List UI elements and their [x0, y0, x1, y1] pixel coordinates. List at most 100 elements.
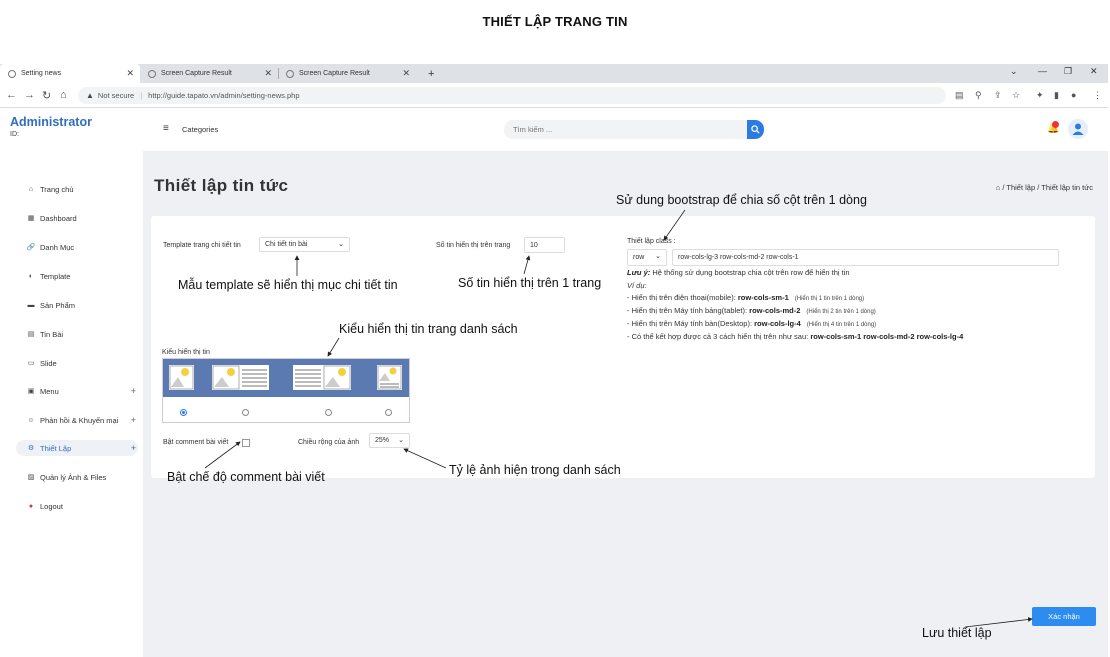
layout-option-4-preview[interactable] [377, 365, 402, 390]
layout-radio-2[interactable] [242, 409, 249, 416]
breadcrumb-item[interactable]: Thiết lập [1006, 183, 1035, 192]
sidebar-item-news[interactable]: ▤ Tin Bài [16, 326, 138, 342]
categories-link[interactable]: Categories [182, 125, 218, 134]
user-icon: ☺ [27, 416, 35, 424]
share-icon[interactable]: ⇪ [994, 90, 1002, 101]
comment-label: Bật comment bài viết [163, 439, 229, 446]
tab-label: Setting news [21, 70, 62, 77]
template-select[interactable]: Chi tiết tin bài ⌄ [259, 237, 350, 252]
image-text-stack-icon [377, 365, 402, 390]
close-tab-icon[interactable]: ✕ [402, 68, 410, 79]
brand-id: ID: [10, 131, 19, 138]
image-left-text-icon [212, 365, 267, 390]
logout-icon: ● [28, 502, 34, 510]
zoom-icon[interactable]: ⚲ [975, 90, 982, 101]
side-panel-icon[interactable]: ▮ [1054, 90, 1059, 101]
avatar[interactable] [1068, 119, 1088, 139]
chevron-down-icon: ⌄ [398, 437, 404, 444]
minimize-icon[interactable]: — [1038, 66, 1047, 76]
example-row: - Hiển thị trên Máy tính bàn(Desktop): r… [627, 319, 877, 328]
layout-radio-4[interactable] [385, 409, 392, 416]
sidebar-item-label: Menu [40, 386, 59, 396]
layout-option-3-preview[interactable] [293, 365, 351, 390]
sidebar-item-label: Phản hồi & Khuyến mại [40, 415, 119, 425]
annotation-ratio: Tỷ lệ ảnh hiện trong danh sách [449, 463, 621, 477]
address-bar: ← → ↻ ⌂ ▲ Not secure | http://guide.tapa… [0, 83, 1108, 108]
sidebar-item-label: Slide [40, 358, 57, 368]
document-title: THIẾT LẬP TRANG TIN [482, 14, 628, 29]
new-tab-button[interactable]: + [420, 64, 440, 83]
sidebar-item-slide[interactable]: ▭ Slide [16, 355, 138, 371]
annotation-layout: Kiểu hiển thị tin trang danh sách [339, 322, 518, 336]
save-button[interactable]: Xác nhận [1032, 607, 1096, 626]
sidebar-item-label: Danh Mục [40, 242, 75, 252]
sidebar-item-home[interactable]: ⌂ Trang chủ [16, 181, 138, 197]
menu-icon: ▣ [27, 388, 35, 395]
hamburger-icon[interactable]: ≡ [163, 123, 169, 134]
layout-preview-strip [163, 359, 409, 397]
bookmark-icon[interactable]: ☆ [1012, 90, 1020, 101]
sidebar-item-dashboard[interactable]: ▦ Dashboard [16, 210, 138, 226]
translate-icon[interactable]: ▤ [955, 90, 964, 101]
not-secure-label: Not secure [97, 91, 135, 100]
news-icon: ▤ [27, 331, 35, 338]
class-input[interactable]: row-cols-lg-3 row-cols-md-2 row-cols-1 [672, 249, 1059, 266]
sidebar-item-media[interactable]: ▨ Quản lý Ảnh & Files [16, 469, 138, 485]
row-prefix-select[interactable]: row ⌄ [627, 249, 667, 266]
home-icon[interactable]: ⌂ [996, 183, 1001, 192]
sidebar-item-settings[interactable]: ⚙ Thiết Lập + [16, 440, 138, 456]
main-content: Thiết lập tin tức ⌂ / Thiết lập / Thiết … [143, 151, 1108, 657]
sidebar-item-label: Logout [40, 501, 63, 511]
brand-name[interactable]: Administrator [10, 115, 92, 129]
profile-icon[interactable]: ● [1071, 90, 1076, 100]
chevron-down-icon: ⌄ [338, 241, 344, 248]
layout-radio-3[interactable] [325, 409, 332, 416]
product-icon: ▬ [27, 301, 35, 309]
annotation-save: Lưu thiết lập [922, 626, 992, 640]
layout-option-2-preview[interactable] [212, 365, 269, 390]
example-title: Ví dụ: [627, 281, 647, 290]
sidebar-item-feedback[interactable]: ☺ Phản hồi & Khuyến mại + [16, 412, 138, 428]
sidebar-item-template[interactable]: ◐ Template [16, 268, 138, 284]
expand-icon[interactable]: + [131, 386, 136, 396]
news-per-page-input[interactable]: 10 [524, 237, 565, 253]
search-button[interactable] [747, 120, 764, 139]
forward-icon[interactable]: → [24, 89, 35, 101]
reload-icon[interactable]: ↻ [42, 89, 51, 102]
news-per-page-label: Số tin hiển thị trên trang [436, 242, 511, 249]
example-row: - Hiển thị trên điện thoại(mobile): row-… [627, 293, 865, 302]
sidebar-item-label: Trang chủ [40, 184, 74, 194]
slide-icon: ▭ [27, 360, 35, 367]
expand-icon[interactable]: + [131, 415, 136, 425]
tab-search-icon[interactable]: ⌄ [1010, 66, 1018, 77]
sidebar-item-products[interactable]: ▬ Sản Phẩm [16, 297, 138, 313]
close-window-icon[interactable]: ✕ [1090, 66, 1098, 77]
browser-tab-setting-news[interactable]: Setting news ✕ [0, 64, 140, 83]
dashboard-icon: ▦ [27, 215, 35, 222]
link-icon: 🔗 [26, 244, 36, 251]
close-tab-icon[interactable]: ✕ [264, 68, 272, 79]
comment-checkbox[interactable] [242, 439, 250, 447]
layout-option-1-preview[interactable] [169, 365, 194, 390]
close-tab-icon[interactable]: ✕ [126, 68, 134, 79]
sidebar-item-categories[interactable]: 🔗 Danh Mục [16, 239, 138, 255]
back-icon[interactable]: ← [6, 89, 17, 101]
tab-label: Screen Capture Result [161, 70, 232, 77]
sidebar-item-logout[interactable]: ● Logout [16, 498, 138, 514]
home-icon[interactable]: ⌂ [60, 89, 67, 101]
image-width-label: Chiều rộng của ảnh [298, 439, 360, 446]
expand-icon[interactable]: + [131, 443, 136, 453]
search-icon [751, 125, 760, 134]
extensions-icon[interactable]: ✦ [1036, 90, 1044, 101]
restore-icon[interactable]: ❐ [1064, 66, 1072, 77]
image-width-select[interactable]: 25% ⌄ [369, 433, 410, 448]
sidebar-item-menu[interactable]: ▣ Menu + [16, 383, 138, 399]
menu-dots-icon[interactable]: ⋮ [1093, 90, 1102, 101]
layout-radio-1[interactable] [180, 409, 187, 416]
search-input[interactable] [504, 120, 747, 139]
browser-tab-capture-2[interactable]: Screen Capture Result ✕ [278, 64, 416, 83]
top-navbar: ≡ Categories 🔔 [143, 109, 1108, 151]
browser-tab-capture-1[interactable]: Screen Capture Result ✕ [140, 64, 278, 83]
url-field[interactable]: ▲ Not secure | http://guide.tapato.vn/ad… [78, 87, 946, 104]
layout-label: Kiểu hiển thị tin [162, 349, 210, 356]
